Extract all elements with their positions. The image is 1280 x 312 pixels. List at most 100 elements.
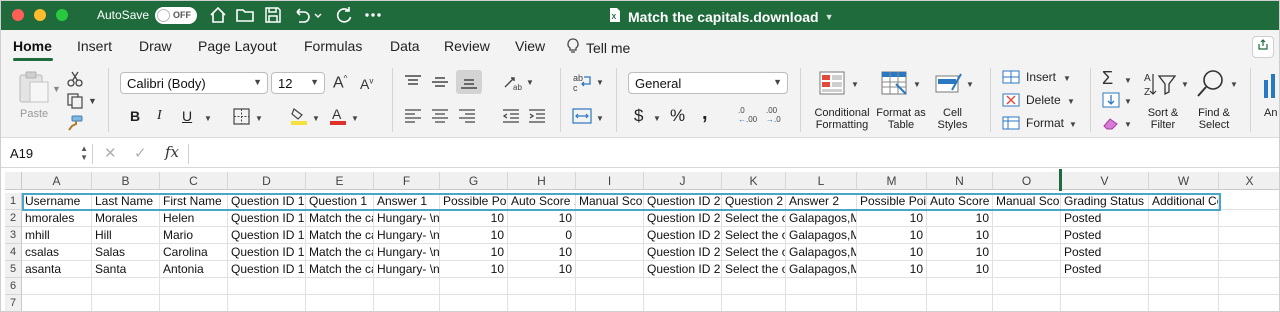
currency-button[interactable]: $ — [634, 106, 643, 126]
tab-page-layout[interactable]: Page Layout — [198, 38, 277, 54]
table-cell[interactable]: Galapagos,M — [786, 261, 857, 278]
table-cell[interactable]: Select the op — [722, 244, 786, 261]
table-cell[interactable] — [927, 295, 993, 312]
copy-dropdown-icon[interactable]: ▼ — [88, 96, 97, 106]
header-cell[interactable] — [1219, 193, 1280, 210]
find-select-icon[interactable] — [1195, 68, 1227, 100]
column-header[interactable]: K — [722, 172, 786, 190]
table-cell[interactable]: Question ID 2 — [644, 261, 722, 278]
table-cell[interactable]: 10 — [508, 210, 576, 227]
table-cell[interactable] — [1219, 261, 1280, 278]
name-box[interactable]: A19 ▲ ▼ — [6, 143, 90, 165]
table-cell[interactable] — [857, 278, 927, 295]
table-cell[interactable]: hmorales — [22, 210, 92, 227]
column-header[interactable]: L — [786, 172, 857, 190]
fill-color-dropdown-icon[interactable]: ▼ — [312, 114, 320, 123]
header-cell[interactable]: Grading Status — [1061, 193, 1149, 210]
table-cell[interactable] — [644, 295, 722, 312]
table-cell[interactable] — [228, 278, 306, 295]
align-right-icon[interactable] — [458, 108, 476, 124]
table-cell[interactable]: 10 — [508, 261, 576, 278]
table-cell[interactable]: Helen — [160, 210, 228, 227]
format-as-table-dropdown-icon[interactable]: ▼ — [913, 80, 921, 89]
table-cell[interactable] — [993, 227, 1061, 244]
table-cell[interactable] — [1149, 227, 1219, 244]
select-all-corner[interactable] — [5, 172, 22, 190]
table-cell[interactable] — [576, 227, 644, 244]
format-as-table-icon[interactable] — [880, 70, 910, 98]
conditional-formatting-dropdown-icon[interactable]: ▼ — [851, 80, 859, 89]
bold-button[interactable]: B — [130, 108, 140, 124]
underline-button[interactable]: U — [182, 108, 192, 124]
table-cell[interactable]: 10 — [508, 244, 576, 261]
table-cell[interactable] — [993, 210, 1061, 227]
insert-function-button[interactable]: fx — [165, 143, 179, 161]
underline-dropdown-icon[interactable]: ▼ — [204, 114, 212, 123]
align-bottom-button[interactable] — [456, 70, 482, 94]
align-middle-icon[interactable] — [431, 74, 449, 90]
column-header[interactable]: X — [1219, 172, 1280, 190]
paste-dropdown-icon[interactable]: ▼ — [52, 84, 61, 94]
table-cell[interactable]: Galapagos,M — [786, 210, 857, 227]
table-cell[interactable] — [1149, 244, 1219, 261]
home-icon[interactable] — [207, 4, 229, 26]
table-cell[interactable]: Posted — [1061, 210, 1149, 227]
row-header[interactable]: 3 — [5, 227, 22, 244]
more-icon[interactable] — [362, 4, 384, 26]
table-cell[interactable]: Posted — [1061, 244, 1149, 261]
row-header[interactable]: 7 — [5, 295, 22, 312]
table-cell[interactable]: Question ID 1 — [228, 210, 306, 227]
row-header[interactable]: 1 — [5, 193, 22, 210]
redo-icon[interactable] — [333, 4, 355, 26]
increase-font-size-icon[interactable]: A^ — [333, 74, 347, 92]
column-header[interactable]: I — [576, 172, 644, 190]
table-cell[interactable] — [1149, 210, 1219, 227]
column-header[interactable]: D — [228, 172, 306, 190]
font-name-select[interactable]: Calibri (Body) ▼ — [120, 72, 268, 94]
table-cell[interactable] — [508, 295, 576, 312]
format-dropdown-icon[interactable]: ▼ — [1069, 120, 1077, 129]
insert-cells-icon[interactable] — [1002, 70, 1020, 84]
paste-icon[interactable] — [16, 70, 52, 104]
table-cell[interactable]: 10 — [857, 244, 927, 261]
table-cell[interactable] — [440, 295, 508, 312]
orientation-dropdown-icon[interactable]: ▼ — [526, 78, 534, 87]
save-icon[interactable] — [262, 4, 284, 26]
table-cell[interactable] — [306, 295, 374, 312]
table-cell[interactable]: Select the op — [722, 261, 786, 278]
fill-color-icon[interactable] — [290, 106, 308, 126]
align-left-icon[interactable] — [404, 108, 422, 124]
row-header[interactable]: 6 — [5, 278, 22, 295]
table-cell[interactable]: 10 — [927, 261, 993, 278]
decrease-indent-icon[interactable] — [502, 108, 520, 124]
close-window-button[interactable] — [12, 9, 24, 21]
table-cell[interactable] — [374, 278, 440, 295]
column-header[interactable]: O — [993, 172, 1061, 190]
tab-data[interactable]: Data — [390, 38, 420, 54]
merge-dropdown-icon[interactable]: ▼ — [596, 114, 604, 123]
table-cell[interactable] — [993, 278, 1061, 295]
table-cell[interactable]: Question ID 1 — [228, 227, 306, 244]
header-cell[interactable]: Possible Poir — [440, 193, 508, 210]
header-cell[interactable]: Auto Score 2 — [927, 193, 993, 210]
table-cell[interactable]: Match the ca — [306, 227, 374, 244]
format-cells-label[interactable]: Format — [1026, 116, 1064, 130]
table-cell[interactable]: Hill — [92, 227, 160, 244]
table-cell[interactable]: csalas — [22, 244, 92, 261]
table-cell[interactable] — [927, 278, 993, 295]
analyze-data-icon[interactable] — [1262, 70, 1280, 100]
tell-me[interactable]: Tell me — [566, 37, 630, 58]
undo-dropdown-icon[interactable] — [313, 4, 323, 26]
table-cell[interactable] — [576, 210, 644, 227]
table-cell[interactable]: Match the ca — [306, 261, 374, 278]
find-select-dropdown-icon[interactable]: ▼ — [1230, 80, 1238, 89]
table-cell[interactable]: asanta — [22, 261, 92, 278]
spreadsheet-grid[interactable]: A B C D E F G H I J K L M N O V W X 1 Username Last Name Firs… — [0, 169, 1280, 312]
column-header[interactable]: B — [92, 172, 160, 190]
row-header[interactable]: 5 — [5, 261, 22, 278]
table-cell[interactable]: Match the ca — [306, 210, 374, 227]
table-cell[interactable] — [576, 278, 644, 295]
table-cell[interactable] — [1149, 295, 1219, 312]
header-cell[interactable]: Question ID 1 — [228, 193, 306, 210]
table-cell[interactable] — [440, 278, 508, 295]
